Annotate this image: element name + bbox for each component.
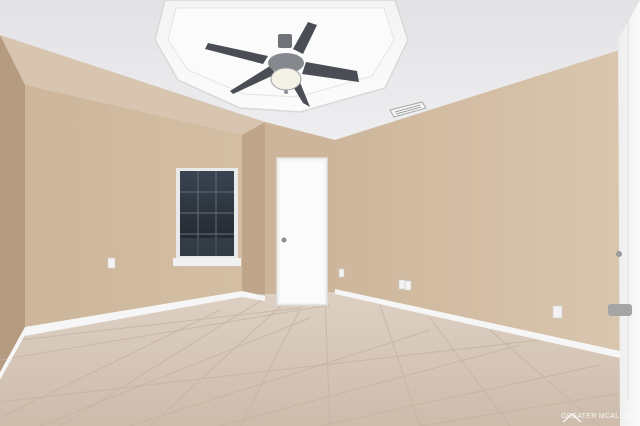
door-knob[interactable] [281, 237, 287, 243]
door-hinge [616, 251, 622, 257]
left-wall [0, 35, 25, 380]
closet-door[interactable] [276, 157, 328, 306]
house-roof-icon [562, 413, 582, 423]
room-scene [0, 0, 640, 426]
alcove-side-wall [242, 122, 265, 300]
door-handle[interactable] [608, 304, 632, 316]
watermark-logo: GREATER MCALLEN [561, 413, 634, 423]
room-photo: GREATER MCALLEN [0, 0, 640, 426]
window [173, 168, 241, 266]
